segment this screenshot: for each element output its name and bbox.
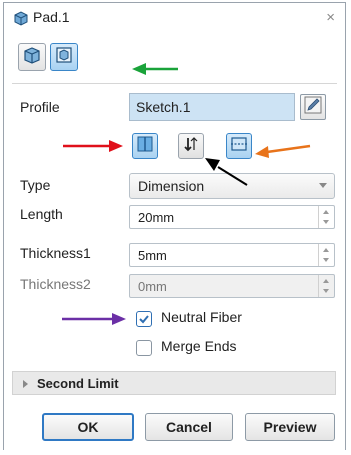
green-arrow (132, 63, 178, 75)
orange-arrow (255, 144, 311, 158)
red-arrow (63, 140, 123, 152)
annotation-arrows (62, 63, 311, 325)
purple-arrow (62, 313, 126, 325)
black-arrow (205, 158, 248, 186)
